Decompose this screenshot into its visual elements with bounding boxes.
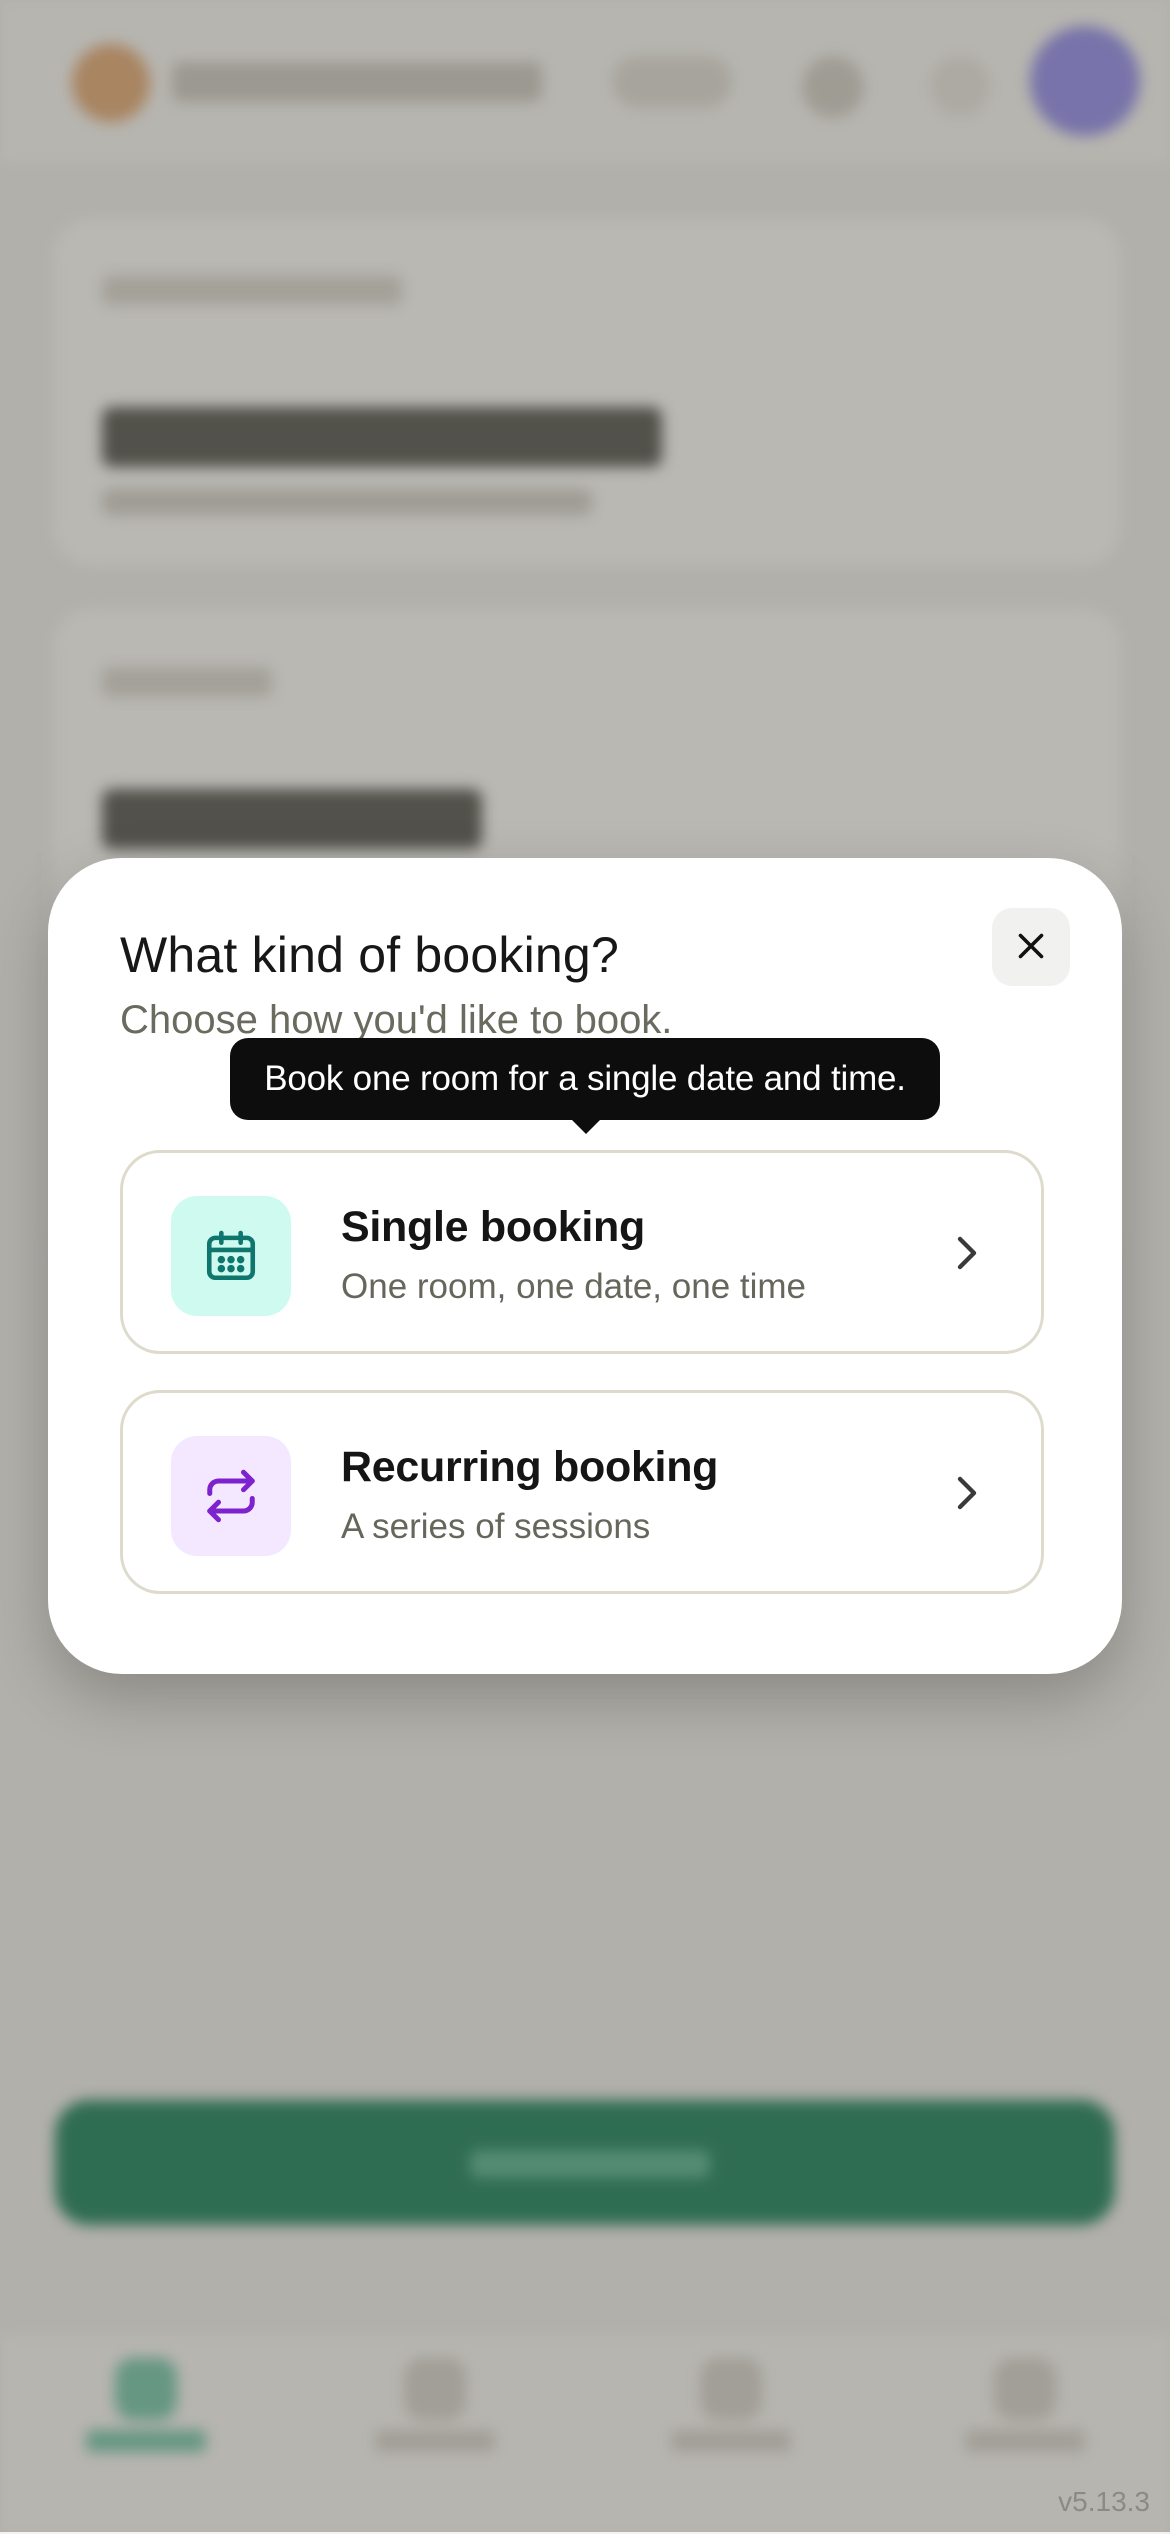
chevron-right-icon [949, 1233, 983, 1278]
single-booking-option[interactable]: Single booking One room, one date, one t… [120, 1150, 1044, 1354]
option-description: One room, one date, one time [341, 1267, 806, 1306]
tooltip-text: Book one room for a single date and time… [264, 1059, 906, 1098]
tooltip-arrow [570, 1118, 602, 1134]
booking-type-dialog: What kind of booking? Choose how you'd l… [48, 858, 1122, 1674]
tooltip: Book one room for a single date and time… [230, 1038, 940, 1134]
close-icon [1013, 928, 1049, 967]
dialog-title: What kind of booking? [120, 927, 619, 983]
recurring-booking-option[interactable]: Recurring booking A series of sessions [120, 1390, 1044, 1594]
chevron-right-icon [949, 1473, 983, 1518]
option-title: Recurring booking [341, 1443, 719, 1491]
option-description: A series of sessions [341, 1507, 651, 1546]
calendar-icon [171, 1196, 291, 1316]
app-version: v5.13.3 [1058, 2486, 1150, 2517]
close-button[interactable] [992, 908, 1070, 986]
option-title: Single booking [341, 1203, 645, 1251]
repeat-icon [171, 1436, 291, 1556]
dialog-subtitle: Choose how you'd like to book. [120, 998, 673, 1042]
